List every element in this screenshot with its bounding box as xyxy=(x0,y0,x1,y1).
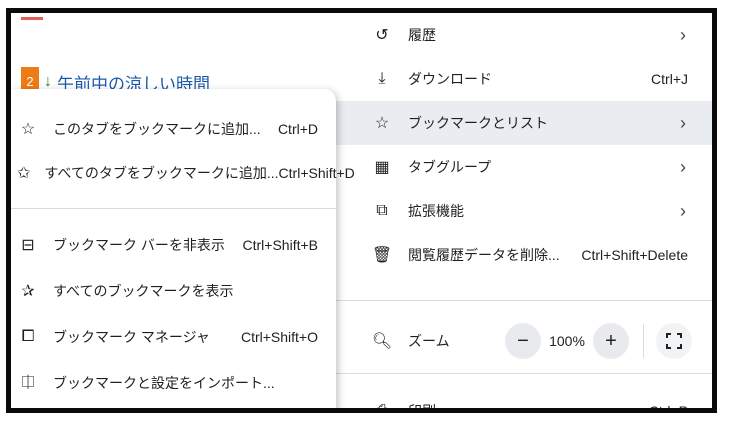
menu-item-history[interactable]: ↺ 履歴 › xyxy=(334,13,712,57)
submenu-item-label: このタブをブックマークに追加... xyxy=(53,121,261,137)
menu-item-label: 印刷... xyxy=(408,403,448,413)
submenu-item-bookmark-all-tabs[interactable]: ✩ すべてのタブをブックマークに追加... Ctrl+Shift+D xyxy=(11,151,355,195)
shortcut-label: Ctrl+Shift+Delete xyxy=(581,247,688,263)
bookmarks-submenu: ☆ このタブをブックマークに追加... Ctrl+D ✩ すべてのタブをブックマ… xyxy=(11,89,355,408)
shortcut-label: Ctrl+J xyxy=(651,71,688,87)
menu-item-label: タブグループ xyxy=(408,159,492,175)
menu-item-bookmarks-and-lists[interactable]: ☆ ブックマークとリスト › xyxy=(334,101,712,145)
browser-main-menu: ↺ 履歴 › ⤓ ダウンロード Ctrl+J ☆ ブックマークとリスト › ▦ … xyxy=(334,13,712,408)
star-outline-icon: ☆ xyxy=(20,121,36,138)
menu-item-label: 拡張機能 xyxy=(408,203,464,219)
star-icon: ☆ xyxy=(374,115,390,132)
submenu-item-label: すべてのブックマークを表示 xyxy=(53,283,234,299)
shortcut-label: Ctrl+Shift+O xyxy=(240,329,318,345)
chevron-right-icon: › xyxy=(680,112,686,133)
shortcut-label: Ctrl+Shift+B xyxy=(242,237,318,253)
submenu-divider xyxy=(11,208,336,209)
zoom-out-button[interactable]: − xyxy=(505,323,541,359)
submenu-item-import-bookmarks[interactable]: ⎅ ブックマークと設定をインポート... xyxy=(11,361,336,405)
shortcut-label: Ctrl+D xyxy=(277,121,318,137)
menu-item-zoom: 🔍︎ ズーム − 100% + xyxy=(334,317,712,365)
import-icon: ⎅ xyxy=(21,374,35,391)
menu-item-label: 閲覧履歴データを削除... xyxy=(408,247,560,263)
shortcut-label: Ctrl+P xyxy=(648,403,688,413)
menu-item-tab-groups[interactable]: ▦ タブグループ › xyxy=(334,145,712,189)
chevron-right-icon: › xyxy=(680,200,686,221)
bookmark-manager-icon: ⧠ xyxy=(21,328,35,345)
zoom-controls: − 100% + xyxy=(505,323,692,359)
trash-icon: 🗑︎ xyxy=(371,247,393,264)
zoom-in-button[interactable]: + xyxy=(593,323,629,359)
history-icon: ↺ xyxy=(375,27,389,44)
chevron-right-icon: › xyxy=(680,156,686,177)
star-multiple-icon: ✩ xyxy=(17,165,31,182)
zoom-level: 100% xyxy=(549,333,585,349)
menu-item-label: 履歴 xyxy=(408,27,436,43)
print-icon: ⎙ xyxy=(375,402,389,413)
menu-divider xyxy=(334,300,712,301)
submenu-item-label: すべてのタブをブックマークに追加... xyxy=(44,165,279,181)
red-accent-line xyxy=(21,17,43,20)
tab-groups-icon: ▦ xyxy=(374,159,390,176)
submenu-item-label: ブックマーク マネージャ xyxy=(53,329,210,345)
submenu-item-label: ブックマークと設定をインポート... xyxy=(53,375,275,391)
fullscreen-icon xyxy=(666,333,682,349)
shortcut-label: Ctrl+Shift+D xyxy=(278,165,355,181)
submenu-item-label: ブックマーク バーを非表示 xyxy=(53,237,225,253)
menu-item-clear-browsing-data[interactable]: 🗑︎ 閲覧履歴データを削除... Ctrl+Shift+Delete xyxy=(334,233,712,277)
menu-item-label: ダウンロード xyxy=(408,71,492,87)
submenu-item-show-all-bookmarks[interactable]: ✰ すべてのブックマークを表示 xyxy=(11,269,336,313)
zoom-separator xyxy=(643,324,644,358)
zoom-icon: 🔍︎ xyxy=(371,333,393,350)
screenshot-frame: 2 ↓ 午前中の涼しい時間 ↺ 履歴 › ⤓ ダウンロード Ctrl+J ☆ ブ… xyxy=(6,8,717,413)
fullscreen-button[interactable] xyxy=(656,323,692,359)
submenu-item-bookmark-this-tab[interactable]: ☆ このタブをブックマークに追加... Ctrl+D xyxy=(11,107,336,151)
menu-item-downloads[interactable]: ⤓ ダウンロード Ctrl+J xyxy=(334,57,712,101)
bookmark-bar-icon: ⊟ xyxy=(21,237,35,254)
extension-icon: ⧉ xyxy=(376,202,388,219)
menu-item-label: ブックマークとリスト xyxy=(408,115,548,131)
all-bookmarks-icon: ✰ xyxy=(21,283,35,300)
submenu-item-bookmark-manager[interactable]: ⧠ ブックマーク マネージャ Ctrl+Shift+O xyxy=(11,315,336,359)
submenu-item-hide-bookmark-bar[interactable]: ⊟ ブックマーク バーを非表示 Ctrl+Shift+B xyxy=(11,223,336,267)
chevron-right-icon: › xyxy=(680,24,686,45)
menu-item-label: ズーム xyxy=(408,333,450,349)
menu-item-extensions[interactable]: ⧉ 拡張機能 › xyxy=(334,189,712,233)
download-icon: ⤓ xyxy=(378,70,386,87)
menu-item-print[interactable]: ⎙ 印刷... Ctrl+P xyxy=(334,389,712,413)
menu-divider xyxy=(334,373,712,374)
